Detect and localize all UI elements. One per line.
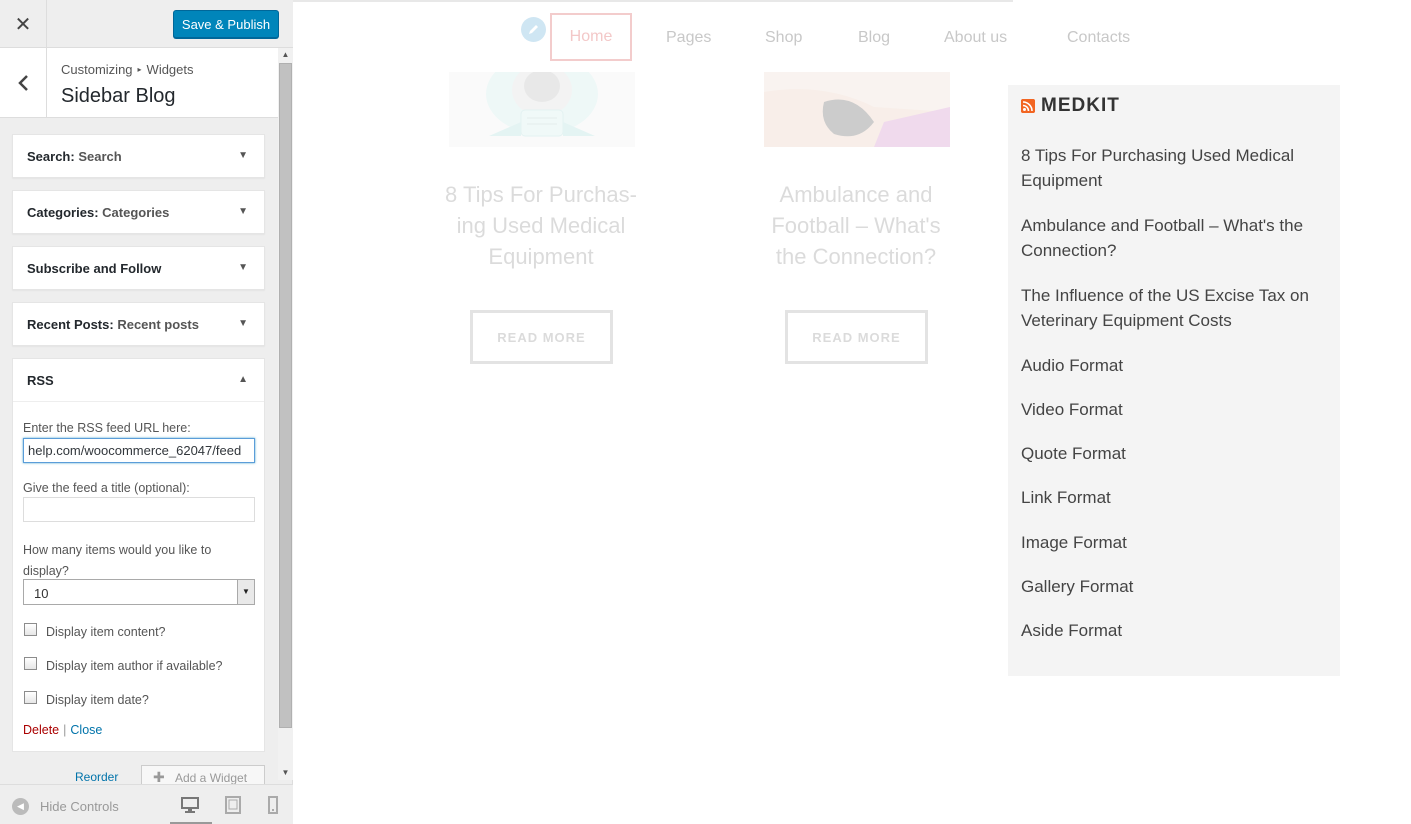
rss-title-label: Give the feed a title (optional): (23, 481, 190, 495)
breadcrumb-root: Customizing (61, 62, 133, 77)
widget-title: Categories: Categories (27, 205, 170, 220)
tablet-icon[interactable] (223, 796, 243, 814)
chevron-down-icon[interactable]: ▼ (238, 150, 248, 161)
mobile-icon[interactable] (263, 796, 283, 814)
widget-title: Recent Posts: Recent posts (27, 317, 199, 332)
widget-title: Subscribe and Follow (27, 261, 162, 276)
back-arrow-icon (18, 75, 28, 91)
back-button[interactable] (0, 48, 47, 118)
sidebar-scrollbar[interactable]: ▲ ▼ (278, 48, 293, 780)
nav-item-shop[interactable]: Shop (765, 29, 802, 47)
collapse-icon: ◀ (12, 797, 29, 815)
rss-url-input[interactable]: help.com/woocommerce_62047/feed (23, 438, 255, 463)
rss-item-link[interactable]: The Influence of the US Excise Tax on Ve… (1021, 283, 1321, 333)
rss-widget-header: MEDKIT (1021, 95, 1120, 117)
edit-shortcut-button[interactable] (521, 17, 546, 42)
breadcrumb: Customizing ▸ Widgets (61, 62, 194, 77)
scrollbar-thumb[interactable] (279, 63, 292, 728)
close-customizer-button[interactable]: ✕ (0, 0, 47, 48)
rss-items-count-select[interactable]: 10 ▼ (23, 579, 255, 605)
medical-device-image (449, 72, 635, 147)
hide-controls-button[interactable]: ◀ Hide Controls (12, 797, 119, 815)
widget-title: RSS (27, 373, 54, 388)
actions-separator: | (63, 723, 67, 737)
save-publish-button[interactable]: Save & Publish (173, 10, 279, 38)
widget-rss-header[interactable]: RSS ▲ (13, 359, 264, 402)
nav-item-pages[interactable]: Pages (666, 29, 711, 47)
rss-item-link[interactable]: 8 Tips For Purchasing Used Medical Equip… (1021, 143, 1321, 193)
rss-widget-preview: MEDKIT 8 Tips For Purchasing Used Medica… (1008, 85, 1340, 676)
rss-url-label: Enter the RSS feed URL here: (23, 421, 191, 435)
nav-item-blog[interactable]: Blog (858, 29, 890, 47)
desktop-icon[interactable] (180, 796, 200, 814)
rss-count-label: How many items would you like to display… (23, 543, 212, 578)
rss-item-link[interactable]: Gallery Format (1021, 574, 1321, 599)
customizer-footer: ◀ Hide Controls (0, 784, 293, 824)
chevron-down-icon[interactable]: ▼ (237, 580, 254, 604)
breadcrumb-separator: ▸ (137, 65, 142, 74)
display-author-label[interactable]: Display item author if available? (46, 659, 222, 673)
display-date-checkbox[interactable] (24, 691, 37, 704)
widget-categories[interactable]: Categories: Categories ▼ (12, 190, 265, 234)
close-icon: ✕ (14, 13, 32, 36)
top-divider (293, 0, 1013, 2)
rss-feed-icon[interactable] (1021, 99, 1035, 113)
read-more-button[interactable]: READ MORE (785, 310, 928, 364)
rss-item-link[interactable]: Video Format (1021, 397, 1321, 422)
blood-pressure-image (764, 72, 950, 147)
pencil-icon (529, 25, 538, 34)
site-preview: 8 Tips For Purchas- ing Used Medical Equ… (293, 0, 1411, 824)
display-author-checkbox[interactable] (24, 657, 37, 670)
blog-posts-area: 8 Tips For Purchas- ing Used Medical Equ… (293, 72, 993, 432)
customizer-header: ✕ Save & Publish (0, 0, 293, 48)
site-navigation: Home Pages Shop Blog About us Contacts (293, 0, 1411, 72)
chevron-down-icon[interactable]: ▼ (238, 262, 248, 273)
rss-item-link[interactable]: Link Format (1021, 485, 1321, 510)
widget-actions: Delete | Close (23, 723, 102, 737)
widget-title: Search: Search (27, 149, 122, 164)
display-content-label[interactable]: Display item content? (46, 625, 166, 639)
section-header: Customizing ▸ Widgets Sidebar Blog (0, 48, 278, 118)
section-title: Sidebar Blog (61, 85, 176, 107)
rss-item-link[interactable]: Image Format (1021, 530, 1321, 555)
read-more-button[interactable]: READ MORE (470, 310, 613, 364)
widget-recent-posts[interactable]: Recent Posts: Recent posts ▼ (12, 302, 265, 346)
reorder-link[interactable]: Reorder (75, 770, 118, 784)
rss-item-link[interactable]: Ambulance and Football – What's the Conn… (1021, 213, 1321, 263)
widget-subscribe-follow[interactable]: Subscribe and Follow ▼ (12, 246, 265, 290)
chevron-down-icon[interactable]: ▼ (238, 318, 248, 329)
display-date-label[interactable]: Display item date? (46, 693, 149, 707)
nav-item-home[interactable]: Home (550, 13, 632, 61)
post-title[interactable]: 8 Tips For Purchas- ing Used Medical Equ… (441, 179, 641, 272)
delete-widget-link[interactable]: Delete (23, 723, 59, 737)
rss-item-link[interactable]: Quote Format (1021, 441, 1321, 466)
scroll-up-arrow[interactable]: ▲ (278, 48, 293, 62)
nav-item-about-us[interactable]: About us (944, 29, 1007, 47)
widget-rss: RSS ▲ Enter the RSS feed URL here: help.… (12, 358, 265, 752)
close-widget-link[interactable]: Close (70, 723, 102, 737)
chevron-down-icon[interactable]: ▼ (238, 206, 248, 217)
rss-item-link[interactable]: Audio Format (1021, 353, 1321, 378)
chevron-up-icon[interactable]: ▲ (238, 374, 248, 385)
post-title[interactable]: Ambulance and Football – What's the Conn… (756, 179, 956, 272)
rss-item-link[interactable]: Aside Format (1021, 618, 1321, 643)
post-thumbnail[interactable] (764, 72, 950, 147)
nav-item-contacts[interactable]: Contacts (1067, 29, 1130, 47)
rss-title-input[interactable] (23, 497, 255, 522)
breadcrumb-child: Widgets (146, 62, 194, 77)
display-content-checkbox[interactable] (24, 623, 37, 636)
selected-value: 10 (34, 586, 49, 601)
widget-search[interactable]: Search: Search ▼ (12, 134, 265, 178)
post-thumbnail[interactable] (449, 72, 635, 147)
scroll-down-arrow[interactable]: ▼ (278, 766, 293, 780)
rss-widget-title[interactable]: MEDKIT (1041, 95, 1120, 117)
add-widget-label: Add a Widget (175, 771, 248, 785)
customizer-sidebar: ✕ Save & Publish Customizing ▸ Widgets Sid… (0, 0, 293, 824)
hide-controls-label: Hide Controls (40, 798, 119, 814)
